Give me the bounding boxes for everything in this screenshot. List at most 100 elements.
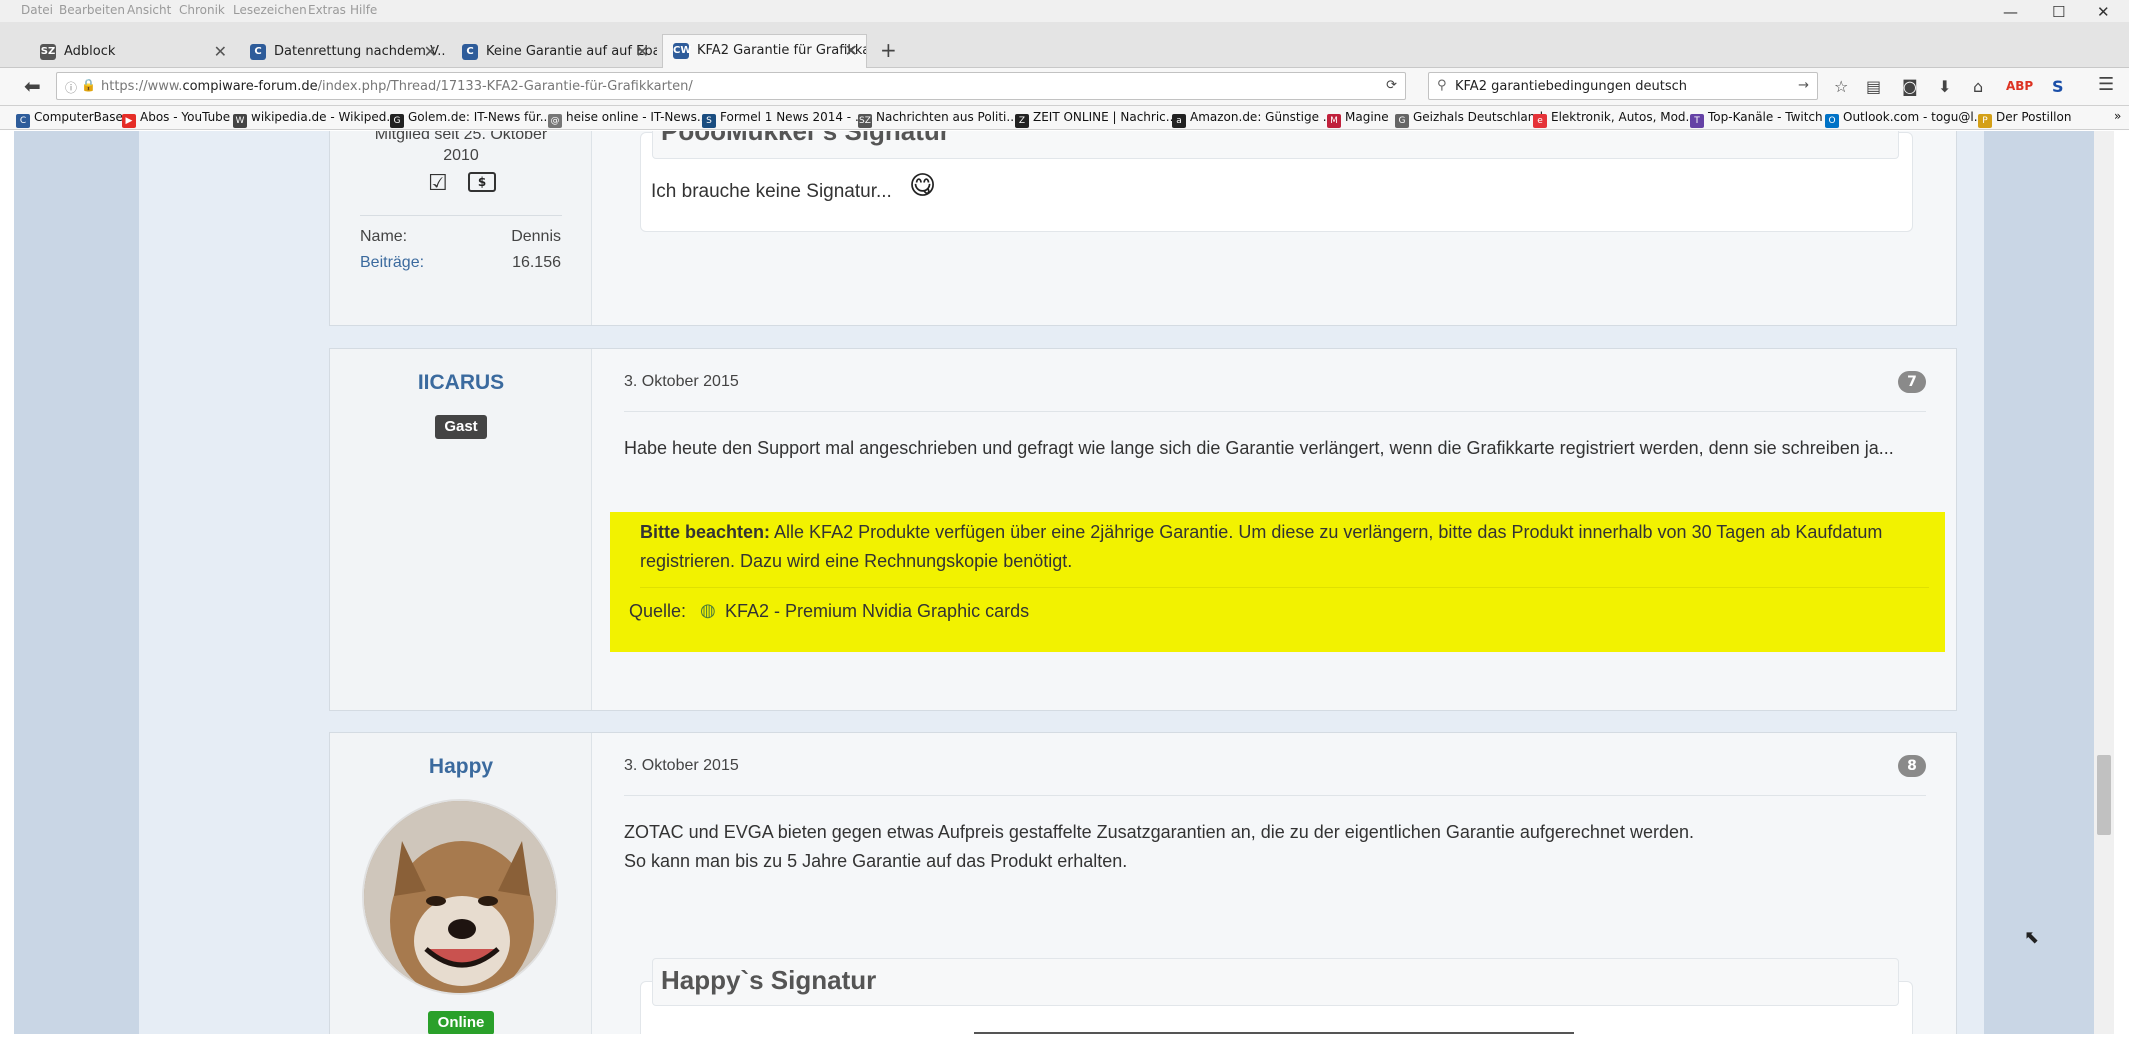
tab-kfa2-active[interactable]: CW KFA2 Garantie für Grafikka... ✕ [662, 34, 867, 69]
bookmarks-bar: C ComputerBase ▶ Abos - YouTube Wwikipedia… [0, 106, 2129, 130]
menu-datei[interactable]: Datei [21, 3, 53, 17]
horizontal-scroll-indicator[interactable] [974, 1032, 1574, 1034]
menu-extras[interactable]: Extras [308, 3, 346, 17]
computerbase-icon: C [16, 114, 30, 128]
highlighted-quote: Bitte beachten: Alle KFA2 Produkte verfü… [610, 512, 1945, 652]
close-tab-icon[interactable]: ✕ [424, 42, 437, 61]
outlook-icon: O [1825, 114, 1839, 128]
formel1-icon: S [702, 114, 716, 128]
post-8: Happy Online 3. Oktober 2015 8 ZOTAC und… [329, 732, 1957, 1034]
bookmark-youtube[interactable]: ▶ Abos - YouTube [122, 110, 230, 128]
member-since: Mitglied seit 25. Oktober 2010 [374, 131, 548, 164]
menu-ansicht[interactable]: Ansicht [127, 3, 171, 17]
bookmark-formel1[interactable]: S Formel 1 News 2014 - ... [702, 110, 866, 128]
bookmark-golem[interactable]: G Golem.de: IT-News für... [390, 110, 551, 128]
signature-title: Happy`s Signatur [652, 958, 1899, 1006]
bookmark-magine[interactable]: M Magine [1327, 110, 1389, 128]
globe-icon: ◍ [700, 600, 716, 620]
post-number[interactable]: 7 [1898, 371, 1926, 393]
bookmark-postillon[interactable]: P Der Postillon [1978, 110, 2071, 128]
bookmark-computerbase[interactable]: C ComputerBase [16, 110, 123, 128]
back-arrow-icon[interactable]: ⬅ [24, 74, 41, 98]
online-badge: Online [428, 1011, 494, 1034]
source-label: Quelle: [629, 601, 687, 621]
signature-title: PoooMukkel`s Signatur [652, 131, 1899, 159]
bookmark-zeit[interactable]: Z ZEIT ONLINE | Nachric... [1015, 110, 1177, 128]
home-icon[interactable]: ⌂ [1973, 77, 1983, 96]
search-bar[interactable]: ⚲ KFA2 garantiebedingungen deutsch → [1428, 72, 1818, 100]
info-icon[interactable]: ⓘ [65, 79, 77, 96]
scrollbar-thumb[interactable] [2097, 755, 2111, 835]
heise-icon: @ [548, 114, 562, 128]
menu-bearbeiten[interactable]: Bearbeiten [59, 3, 125, 17]
search-input[interactable]: KFA2 garantiebedingungen deutsch [1455, 79, 1687, 94]
adblock-plus-icon[interactable]: ABP [2006, 79, 2033, 93]
username-link[interactable]: Happy [330, 755, 592, 779]
post-7: IICARUS Gast 3. Oktober 2015 7 Habe heut… [329, 348, 1957, 711]
bookmark-amazon[interactable]: a Amazon.de: Günstige ... [1172, 110, 1334, 128]
navigation-bar: ⬅ ⓘ 🔒 https://www.compiware-forum.de/ind… [0, 68, 2129, 106]
vertical-scrollbar[interactable] [2094, 131, 2114, 1034]
bookmark-geizhals[interactable]: G Geizhals Deutschland [1395, 110, 1543, 128]
bookmark-twitch[interactable]: T Top-Kanäle - Twitch [1690, 110, 1823, 128]
menu-lesezeichen[interactable]: Lesezeichen [233, 3, 307, 17]
source-link[interactable]: KFA2 - Premium Nvidia Graphic cards [725, 601, 1029, 622]
search-icon: ⚲ [1437, 78, 1447, 93]
youtube-icon: ▶ [122, 114, 136, 128]
post-divider [624, 411, 1926, 412]
new-tab-button[interactable]: + [880, 38, 897, 62]
tab-keine-garantie[interactable]: C Keine Garantie auf auf Eba... ✕ [452, 36, 657, 68]
sz-icon: SZ [858, 114, 872, 128]
post-date[interactable]: 3. Oktober 2015 [624, 373, 739, 391]
post-6: Mitglied seit 25. Oktober 2010 ☑ $ Name:… [329, 131, 1957, 326]
bookmarks-overflow-icon[interactable]: » [2114, 109, 2121, 123]
name-label: Name: [360, 228, 408, 245]
avatar[interactable] [362, 799, 558, 995]
tab-bar: SZ Adblock ✕ C Datenrettung nachdem V...… [0, 22, 2129, 69]
post-divider [624, 795, 1926, 796]
s-extension-icon[interactable]: S [2052, 77, 2064, 96]
bookmark-star-icon[interactable]: ☆ [1834, 77, 1848, 96]
hamburger-menu-icon[interactable]: ☰ [2098, 74, 2114, 95]
bookmark-sz[interactable]: SZ Nachrichten aus Politi... [858, 110, 1018, 128]
zeit-icon: Z [1015, 114, 1029, 128]
maximize-button[interactable]: ☐ [2052, 3, 2065, 21]
sidebar-divider [360, 215, 562, 216]
post-number[interactable]: 8 [1898, 755, 1926, 777]
tab-adblock[interactable]: SZ Adblock ✕ [30, 36, 235, 68]
search-go-icon[interactable]: → [1798, 78, 1809, 93]
download-icon[interactable]: ⬇ [1938, 77, 1951, 96]
tab-datenrettung[interactable]: C Datenrettung nachdem V... ✕ [240, 36, 445, 68]
posts-value: 16.156 [512, 254, 561, 271]
menu-chronik[interactable]: Chronik [179, 3, 225, 17]
url-text: https://www.compiware-forum.de/index.php… [101, 79, 693, 94]
minimize-button[interactable]: — [2003, 3, 2018, 21]
guest-badge: Gast [435, 415, 487, 439]
bookmark-ebay[interactable]: e Elektronik, Autos, Mod... [1533, 110, 1697, 128]
bookmark-heise[interactable]: @ heise online - IT-News... [548, 110, 708, 128]
post-text: Habe heute den Support mal angeschrieben… [624, 438, 1894, 458]
close-tab-icon[interactable]: ✕ [845, 41, 858, 60]
smiley-icon: 😋 [909, 171, 937, 201]
pocket-icon[interactable]: ◙ [1902, 77, 1918, 96]
post-text-line: So kann man bis zu 5 Jahre Garantie auf … [624, 851, 1128, 871]
sz-favicon-icon: SZ [40, 44, 56, 60]
close-window-button[interactable]: ✕ [2097, 3, 2110, 21]
reload-icon[interactable]: ⟳ [1386, 78, 1397, 93]
compiware-favicon-icon: CW [673, 43, 691, 59]
menu-hilfe[interactable]: Hilfe [350, 3, 377, 17]
quote-bold: Bitte beachten: [640, 522, 771, 542]
username-link[interactable]: IICARUS [330, 371, 592, 395]
post-date[interactable]: 3. Oktober 2015 [624, 757, 739, 775]
geizhals-icon: G [1395, 114, 1409, 128]
tab-label: Datenrettung nachdem V... [274, 44, 445, 59]
posts-label-link[interactable]: Beiträge: [360, 254, 424, 272]
close-tab-icon[interactable]: ✕ [214, 42, 227, 61]
post-text: ZOTAC und EVGA bieten gegen etwas Aufpre… [624, 818, 1916, 876]
bookmark-wikipedia[interactable]: Wwikipedia.de - Wikiped... [233, 110, 398, 128]
close-tab-icon[interactable]: ✕ [636, 42, 649, 61]
reading-list-icon[interactable]: ▤ [1866, 77, 1881, 96]
bookmark-outlook[interactable]: O Outlook.com - togu@l... [1825, 110, 1985, 128]
name-value: Dennis [511, 228, 561, 245]
address-bar[interactable]: ⓘ 🔒 https://www.compiware-forum.de/index… [56, 72, 1406, 100]
